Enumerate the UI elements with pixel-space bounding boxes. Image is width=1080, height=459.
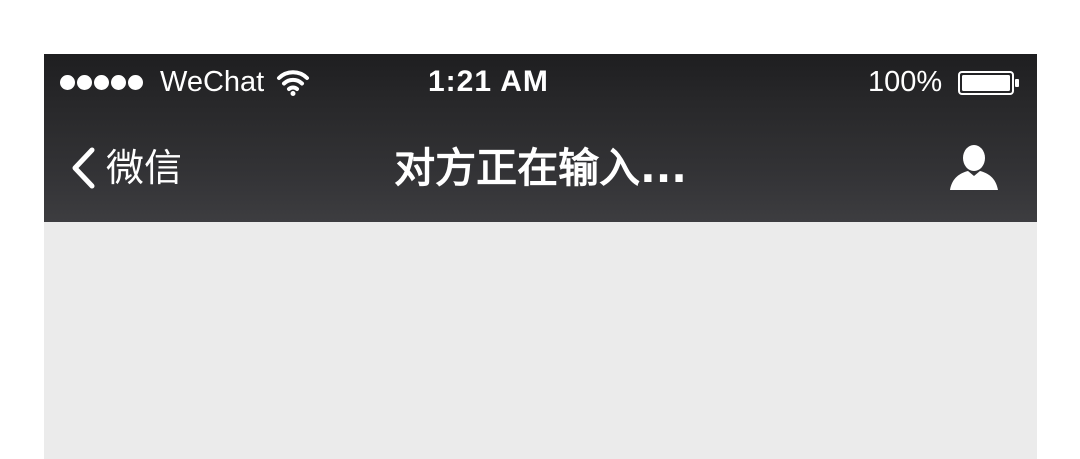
signal-dots-icon (60, 74, 143, 90)
carrier-name: WeChat (160, 66, 265, 98)
signal-dot (94, 74, 109, 90)
signal-dot (77, 74, 92, 90)
back-button-label: 微信 (106, 146, 183, 190)
phone-screen: WeChat 1:21 AM 100% 微信 对方正在输入... (44, 54, 1037, 459)
back-button[interactable]: 微信 (68, 140, 182, 196)
signal-dot (128, 74, 143, 90)
wifi-icon (277, 70, 309, 96)
chat-message-area[interactable] (44, 222, 1037, 459)
chevron-left-icon (72, 147, 95, 189)
page-title: 对方正在输入... (394, 144, 687, 192)
battery-percent: 100% (868, 66, 943, 98)
person-icon[interactable] (946, 140, 1002, 196)
battery-fill (962, 75, 1010, 91)
status-bar: WeChat 1:21 AM 100% (44, 54, 1037, 110)
signal-dot (111, 74, 126, 90)
navigation-bar: 微信 对方正在输入... (44, 110, 1037, 222)
signal-dot (60, 74, 75, 90)
status-time: 1:21 AM (428, 65, 549, 98)
battery-icon (958, 71, 1019, 95)
